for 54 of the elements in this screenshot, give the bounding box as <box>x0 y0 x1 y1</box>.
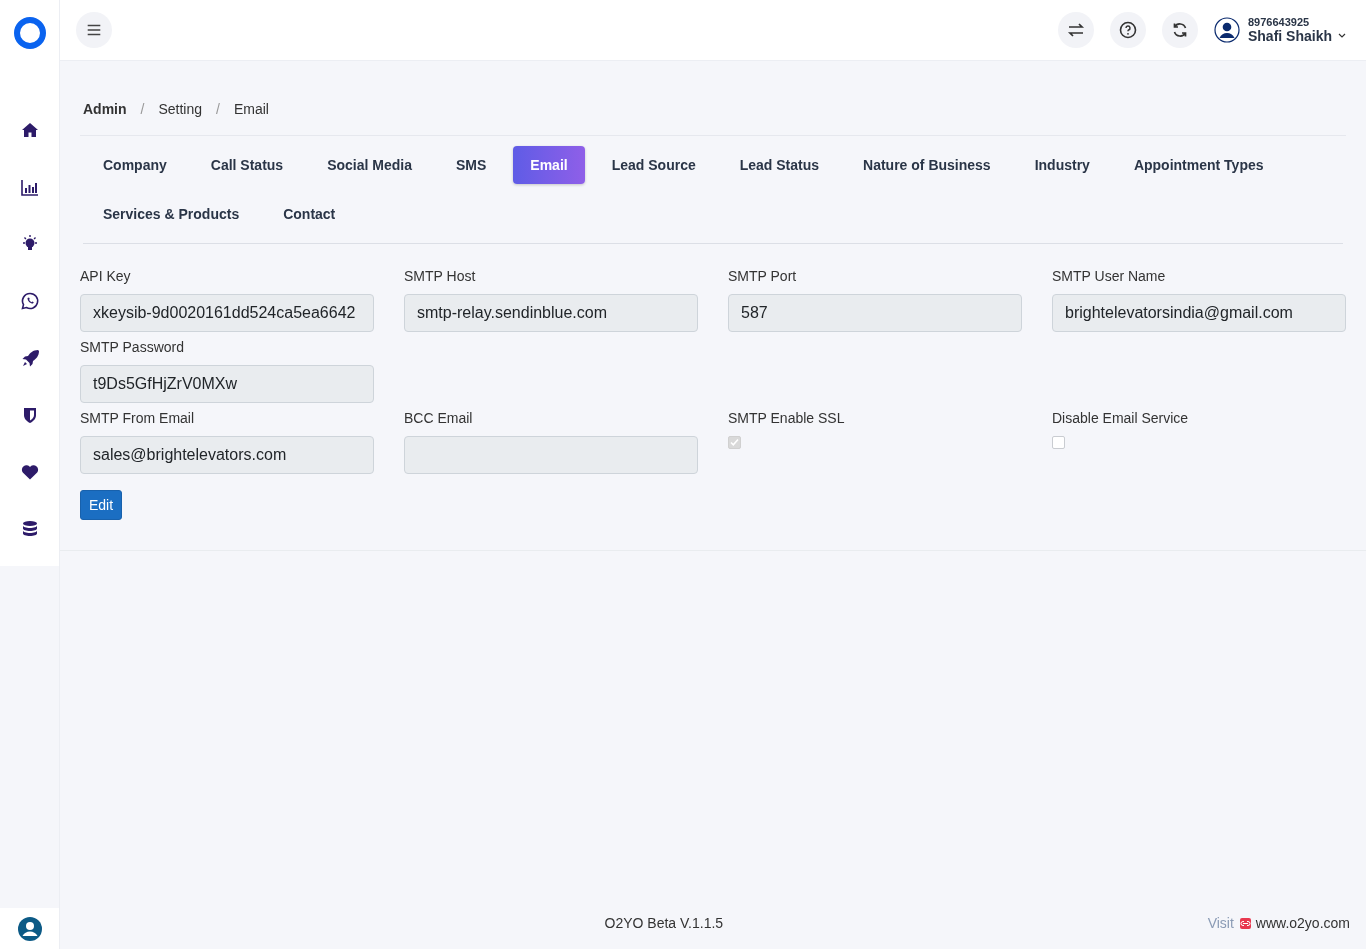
settings-tab[interactable]: Lead Status <box>722 146 837 184</box>
help-icon <box>1117 20 1138 40</box>
checkbox[interactable] <box>728 436 741 449</box>
text-field[interactable] <box>404 436 698 474</box>
settings-tab[interactable]: Social Media <box>310 146 429 184</box>
field-label: SMTP Host <box>404 268 477 284</box>
breadcrumb-item[interactable]: Email <box>233 101 269 117</box>
breadcrumb-item[interactable]: Admin <box>83 101 127 117</box>
settings-tab[interactable]: Contact <box>266 195 353 233</box>
breadcrumb-separator: / <box>216 101 220 117</box>
visit-text: Visit <box>1207 915 1234 931</box>
settings-tab[interactable]: SMS <box>438 146 504 184</box>
field-label: SMTP Password <box>80 339 185 355</box>
field-label: SMTP From Email <box>80 410 196 426</box>
field-label: SMTP Enable SSL <box>728 410 846 426</box>
text-field[interactable]: t9Ds5GfHjZrV0MXw <box>80 365 374 403</box>
edit-button[interactable]: Edit <box>80 490 123 520</box>
field-label: BCC Email <box>404 410 474 426</box>
settings-tab[interactable]: Nature of Business <box>846 146 1008 184</box>
settings-tab[interactable]: Lead Source <box>594 146 713 184</box>
field-label: API Key <box>80 268 132 284</box>
chat-bubble-icon[interactable] <box>19 291 40 311</box>
menu-button[interactable] <box>76 12 112 48</box>
settings-tab[interactable]: Company <box>86 146 184 184</box>
field-label: Disable Email Service <box>1052 410 1190 426</box>
field-label: SMTP Port <box>728 268 798 284</box>
user-menu[interactable]: Shafi Shaikh <box>1247 28 1346 44</box>
settings-tab[interactable]: Appointment Types <box>1116 146 1281 184</box>
refresh-button[interactable] <box>1161 12 1198 48</box>
checkbox[interactable] <box>1052 436 1065 449</box>
link-icon <box>1239 917 1251 929</box>
text-field[interactable]: smtp-relay.sendinblue.com <box>404 294 698 332</box>
breadcrumb-separator: / <box>140 101 145 117</box>
logo-icon[interactable] <box>12 16 47 50</box>
breadcrumb-item[interactable]: Setting <box>158 101 203 117</box>
help-button[interactable] <box>1109 12 1146 48</box>
chevron-down-icon <box>1338 33 1346 39</box>
website-link[interactable]: www.o2yo.com <box>1255 915 1350 931</box>
settings-tab[interactable]: Industry <box>1017 146 1107 184</box>
heart-icon[interactable] <box>19 462 40 482</box>
user-phone: 8976643925 <box>1247 16 1311 28</box>
text-field[interactable]: brightelevatorsindia@gmail.com <box>1052 294 1346 332</box>
version-text: O2YO Beta V.1.1.5 <box>603 915 725 931</box>
field-label: SMTP User Name <box>1052 268 1167 284</box>
settings-tab[interactable]: Email <box>513 146 585 184</box>
user-avatar-icon <box>17 916 42 941</box>
settings-tab[interactable]: Call Status <box>193 146 301 184</box>
bar-chart-icon[interactable] <box>19 177 40 197</box>
swap-button[interactable] <box>1057 12 1094 48</box>
text-field[interactable]: xkeysib-9d0020161dd524ca5ea6642 <box>80 294 374 332</box>
settings-tab[interactable]: Services & Products <box>86 195 257 233</box>
text-field[interactable]: 587 <box>728 294 1022 332</box>
text-field[interactable]: sales@brightelevators.com <box>80 436 374 474</box>
user-avatar-icon <box>1213 17 1240 43</box>
